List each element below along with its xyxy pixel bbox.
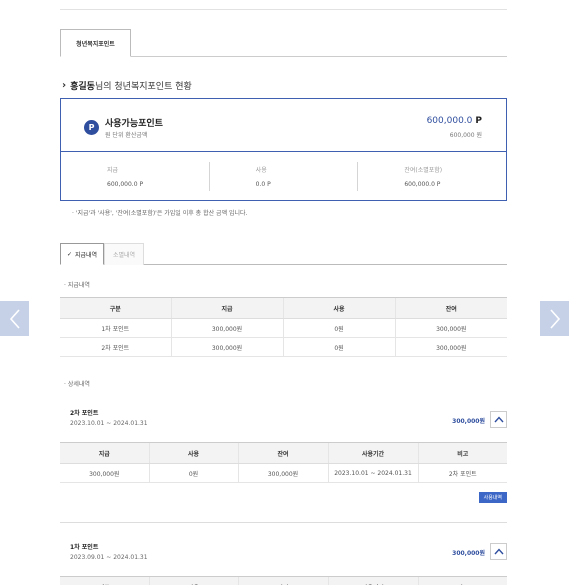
detail-item-title: 1차 포인트: [70, 544, 99, 551]
check-icon: ✓: [66, 250, 72, 258]
col-header: 잔여: [237, 576, 328, 585]
amount-value: 600,000.0: [426, 116, 473, 126]
table-header-row: 구분 지급 사용 잔여: [60, 297, 507, 319]
tab-youth-welfare-point[interactable]: 청년복지포인트: [60, 29, 131, 57]
col-header: 비고: [417, 576, 507, 585]
col-header: 사용: [148, 576, 238, 585]
paid-value: 600,000.0 P: [107, 181, 144, 188]
col-header: 비고: [417, 442, 507, 464]
tab-payment-history-label: 지급내역: [74, 251, 98, 259]
detail-table: 지급 사용 잔여 사용기간 비고 300,000원 0원 300,000원 20…: [60, 442, 507, 483]
used-value: 0.0 P: [255, 181, 271, 188]
collapse-button[interactable]: [490, 411, 507, 428]
table-cell: 300,000원: [394, 337, 507, 357]
table-header-row: 지급 사용 잔여 사용기간 비고: [60, 442, 507, 464]
point-summary-box: P 사용가능포인트 원 단위 환산금액 600,000.0 P 600,000 원…: [60, 98, 507, 201]
history-tab-bar: ✓ 지급내역 소멸내역: [60, 243, 507, 265]
collapse-button[interactable]: [490, 543, 507, 560]
detail-item-period: 2023.09.01 ~ 2024.01.31: [70, 554, 148, 561]
point-breakdown: 지급 600,000.0 P 사용 0.0 P 잔여(소멸포함) 600,000…: [61, 153, 506, 200]
col-header: 지급: [60, 442, 149, 464]
available-point-section: P 사용가능포인트 원 단위 환산금액 600,000.0 P 600,000 원: [61, 99, 506, 152]
payment-history-label: · 지급내역: [64, 282, 90, 289]
detail-history-label: · 상세내역: [64, 381, 90, 388]
paid-header: 지급: [107, 167, 119, 174]
table-cell: 1차 포인트: [60, 318, 171, 338]
next-slide-button[interactable]: [540, 301, 569, 336]
col-header: 지급: [170, 297, 283, 319]
table-cell: 300,000원: [170, 337, 283, 357]
table-header-row: 지급 사용 잔여 사용기간 비고: [60, 576, 507, 585]
table-cell: 2차 포인트: [60, 337, 171, 357]
used-header: 사용: [255, 167, 267, 174]
remaining-column: 잔여(소멸포함) 600,000.0 P: [357, 162, 506, 191]
table-cell: 2023.10.01 ~ 2024.01.31: [327, 463, 418, 483]
usage-history-button[interactable]: 사용내역: [478, 492, 507, 503]
col-header: 사용기간: [327, 576, 418, 585]
chevron-up-icon: [493, 416, 504, 423]
prev-slide-button[interactable]: [0, 301, 29, 336]
available-point-label: 사용가능포인트: [105, 119, 163, 129]
used-column: 사용 0.0 P: [208, 162, 358, 191]
detail-item-period: 2023.10.01 ~ 2024.01.31: [70, 420, 148, 427]
table-cell: 300,000원: [170, 318, 283, 338]
tab-expiry-history[interactable]: 소멸내역: [104, 243, 144, 265]
title-suffix: 님의 청년복지포인트 현황: [94, 82, 192, 92]
remaining-value: 600,000.0 P: [404, 181, 441, 188]
table-cell: 0원: [148, 463, 238, 483]
detail-item-title: 2차 포인트: [70, 410, 99, 417]
available-point-won: 600,000 원: [449, 132, 482, 139]
table-cell: 300,000원: [60, 463, 149, 483]
detail-item-amount: 300,000원: [452, 550, 485, 557]
col-header: 사용: [282, 297, 395, 319]
col-header: 사용: [148, 442, 238, 464]
chevron-right-icon: ›: [62, 80, 67, 91]
page-title: › 홍길동 님의 청년복지포인트 현황: [62, 79, 192, 92]
amount-unit: P: [475, 116, 482, 126]
col-header: 사용기간: [327, 442, 418, 464]
available-point-amount: 600,000.0 P: [427, 116, 482, 126]
table-cell: 300,000원: [394, 318, 507, 338]
remaining-header: 잔여(소멸포함): [404, 167, 443, 174]
payment-summary-table: 구분 지급 사용 잔여 1차 포인트 300,000원 0원 300,000원 …: [60, 297, 507, 357]
table-row: 300,000원 0원 300,000원 2023.10.01 ~ 2024.0…: [60, 463, 507, 483]
col-header: 잔여: [237, 442, 328, 464]
col-header: 지급: [60, 576, 149, 585]
point-icon: P: [84, 120, 99, 135]
table-cell: 0원: [282, 318, 395, 338]
table-row: 1차 포인트 300,000원 0원 300,000원: [60, 318, 507, 338]
summary-note: · '지급'과 '사용', '잔여(소멸포함)'은 가입일 이후 총 합산 금액…: [72, 210, 248, 217]
table-cell: 300,000원: [237, 463, 328, 483]
table-cell: 0원: [282, 337, 395, 357]
col-header: 잔여: [394, 297, 507, 319]
section-divider: [60, 522, 507, 523]
user-name: 홍길동: [70, 82, 95, 92]
table-row: 2차 포인트 300,000원 0원 300,000원: [60, 337, 507, 357]
available-point-sub: 원 단위 환산금액: [105, 132, 148, 139]
col-header: 구분: [60, 297, 171, 319]
top-divider: [60, 9, 507, 10]
paid-column: 지급 600,000.0 P: [61, 153, 209, 200]
main-tab-bar: 청년복지포인트: [60, 29, 507, 57]
tab-payment-history[interactable]: ✓ 지급내역: [60, 243, 104, 265]
detail-table-partial: 지급 사용 잔여 사용기간 비고: [60, 576, 507, 585]
table-cell: 2차 포인트: [417, 463, 507, 483]
chevron-left-icon: [9, 308, 20, 329]
chevron-up-icon: [493, 548, 504, 555]
detail-item-amount: 300,000원: [452, 418, 485, 425]
chevron-right-icon: [549, 308, 560, 329]
